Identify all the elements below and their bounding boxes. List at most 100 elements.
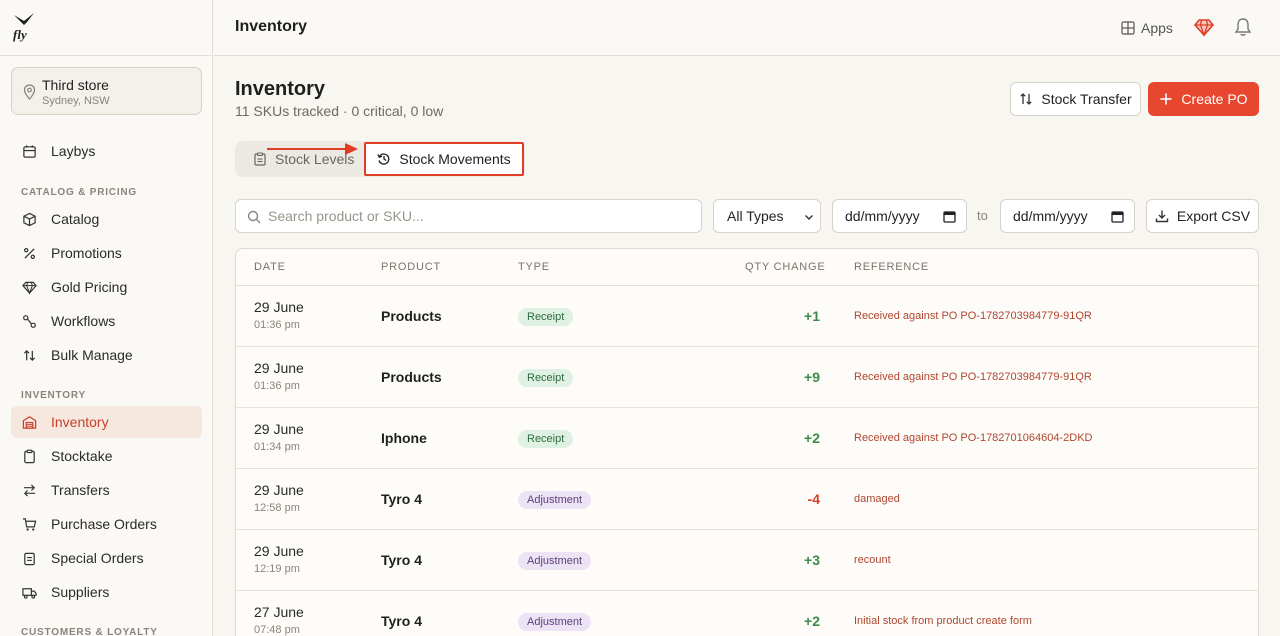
map-pin-icon [23,84,36,100]
annotation-arrow [267,143,358,155]
row-qty-change: -4 [807,491,820,507]
calendar-icon [21,143,37,159]
row-qty-change: +1 [804,308,820,324]
calendar-icon [943,211,956,223]
box-icon [21,211,37,227]
truck-icon [21,584,37,600]
row-qty-change: +2 [804,430,820,446]
type-badge: Receipt [518,430,574,448]
column-header-qty-change[interactable]: QTY CHANGE [745,261,826,273]
sidebar-item-label: Inventory [51,414,109,430]
type-badge: Receipt [518,308,574,326]
store-selector[interactable]: Third store Sydney, NSW [11,67,202,115]
row-date: 29 June [254,299,304,315]
search-input[interactable] [268,200,688,232]
sidebar-item-transfers[interactable]: Transfers [11,474,202,506]
gem-icon [21,279,37,295]
gem-icon[interactable] [1194,17,1214,37]
clipboard-icon [254,152,266,166]
sidebar-item-label: Transfers [51,482,110,498]
sidebar-item-purchase-orders[interactable]: Purchase Orders [11,508,202,540]
row-qty-change: +9 [804,369,820,385]
stock-transfer-label: Stock Transfer [1041,91,1132,107]
sidebar-item-workflows[interactable]: Workflows [11,305,202,337]
row-time: 07:48 pm [254,624,300,636]
sidebar-item-gold-pricing[interactable]: Gold Pricing [11,271,202,303]
sidebar-item-label: Purchase Orders [51,516,157,532]
table-row[interactable]: 29 June 01:34 pm Iphone Receipt +2 Recei… [236,408,1258,469]
sidebar-item-promotions[interactable]: Promotions [11,237,202,269]
row-reference: damaged [854,493,900,505]
chevron-down-icon [805,215,813,220]
sidebar-item-suppliers[interactable]: Suppliers [11,576,202,608]
column-header-date[interactable]: DATE [254,261,286,273]
bell-icon[interactable] [1234,17,1252,37]
stock-transfer-button[interactable]: Stock Transfer [1010,82,1141,116]
page-title: Inventory [235,78,326,100]
sidebar: fly Third store Sydney, NSW Laybys CATAL… [0,0,213,636]
create-po-button[interactable]: Create PO [1148,82,1259,116]
section-label-customers: CUSTOMERS & LOYALTY [21,627,158,636]
table-row[interactable]: 27 June 07:48 pm Tyro 4 Adjustment +2 In… [236,591,1258,636]
column-header-type[interactable]: TYPE [518,261,550,273]
table-row[interactable]: 29 June 12:19 pm Tyro 4 Adjustment +3 re… [236,530,1258,591]
cart-icon [21,516,37,532]
store-location: Sydney, NSW [42,95,110,107]
date-from-input[interactable]: dd/mm/yyyy [832,199,967,233]
row-product: Tyro 4 [381,491,422,507]
sidebar-item-inventory[interactable]: Inventory [11,406,202,438]
divider [0,55,213,56]
sidebar-item-laybys[interactable]: Laybys [11,135,202,167]
row-reference: Received against PO PO-1782703984779-91Q… [854,371,1092,383]
sidebar-item-stocktake[interactable]: Stocktake [11,440,202,472]
row-product: Products [381,369,442,385]
column-header-product[interactable]: PRODUCT [381,261,441,273]
sidebar-item-label: Suppliers [51,584,110,600]
plus-icon [1160,93,1172,105]
sidebar-item-label: Special Orders [51,550,144,566]
search-icon [247,210,261,224]
clipboard-list-icon [21,550,37,566]
tab-stock-movements[interactable]: Stock Movements [364,142,524,176]
sidebar-item-special-orders[interactable]: Special Orders [11,542,202,574]
sort-arrows-icon [21,347,37,363]
type-badge: Receipt [518,369,574,387]
top-bar: Inventory Apps [214,0,1280,56]
page-subtitle: 11 SKUs tracked · 0 critical, 0 low [235,103,444,119]
movements-table: DATE PRODUCT TYPE QTY CHANGE REFERENCE 2… [235,248,1259,636]
table-row[interactable]: 29 June 01:36 pm Products Receipt +1 Rec… [236,286,1258,347]
sidebar-item-label: Workflows [51,313,116,329]
apps-button[interactable]: Apps [1121,17,1173,39]
fly-logo[interactable]: fly [12,12,38,42]
sidebar-item-label: Bulk Manage [51,347,133,363]
row-product: Tyro 4 [381,552,422,568]
date-to-input[interactable]: dd/mm/yyyy [1000,199,1135,233]
sidebar-item-bulk-manage[interactable]: Bulk Manage [11,339,202,371]
row-time: 01:36 pm [254,380,300,392]
row-reference: Received against PO PO-1782701064604-2DK… [854,432,1093,444]
row-product: Iphone [381,430,427,446]
table-header: DATE PRODUCT TYPE QTY CHANGE REFERENCE [236,249,1258,286]
table-row[interactable]: 29 June 01:36 pm Products Receipt +9 Rec… [236,347,1258,408]
type-select[interactable]: All Types [713,199,821,233]
percent-icon [21,245,37,261]
sidebar-item-catalog[interactable]: Catalog [11,203,202,235]
row-qty-change: +2 [804,613,820,629]
export-csv-button[interactable]: Export CSV [1146,199,1259,233]
type-badge: Adjustment [518,613,592,631]
sidebar-item-label: Stocktake [51,448,113,464]
section-label-catalog: CATALOG & PRICING [21,187,138,198]
sort-arrows-icon [1020,93,1033,105]
export-csv-label: Export CSV [1176,208,1251,224]
date-range-separator: to [977,208,988,223]
calendar-icon [1111,211,1124,223]
row-product: Tyro 4 [381,613,422,629]
table-row[interactable]: 29 June 12:58 pm Tyro 4 Adjustment -4 da… [236,469,1258,530]
sidebar-item-label: Laybys [51,143,96,159]
header-title: Inventory [235,18,308,35]
type-badge: Adjustment [518,491,592,509]
row-reference: Received against PO PO-1782703984779-91Q… [854,310,1092,322]
column-header-reference[interactable]: REFERENCE [854,261,929,273]
download-icon [1155,210,1169,223]
row-date: 29 June [254,543,304,559]
